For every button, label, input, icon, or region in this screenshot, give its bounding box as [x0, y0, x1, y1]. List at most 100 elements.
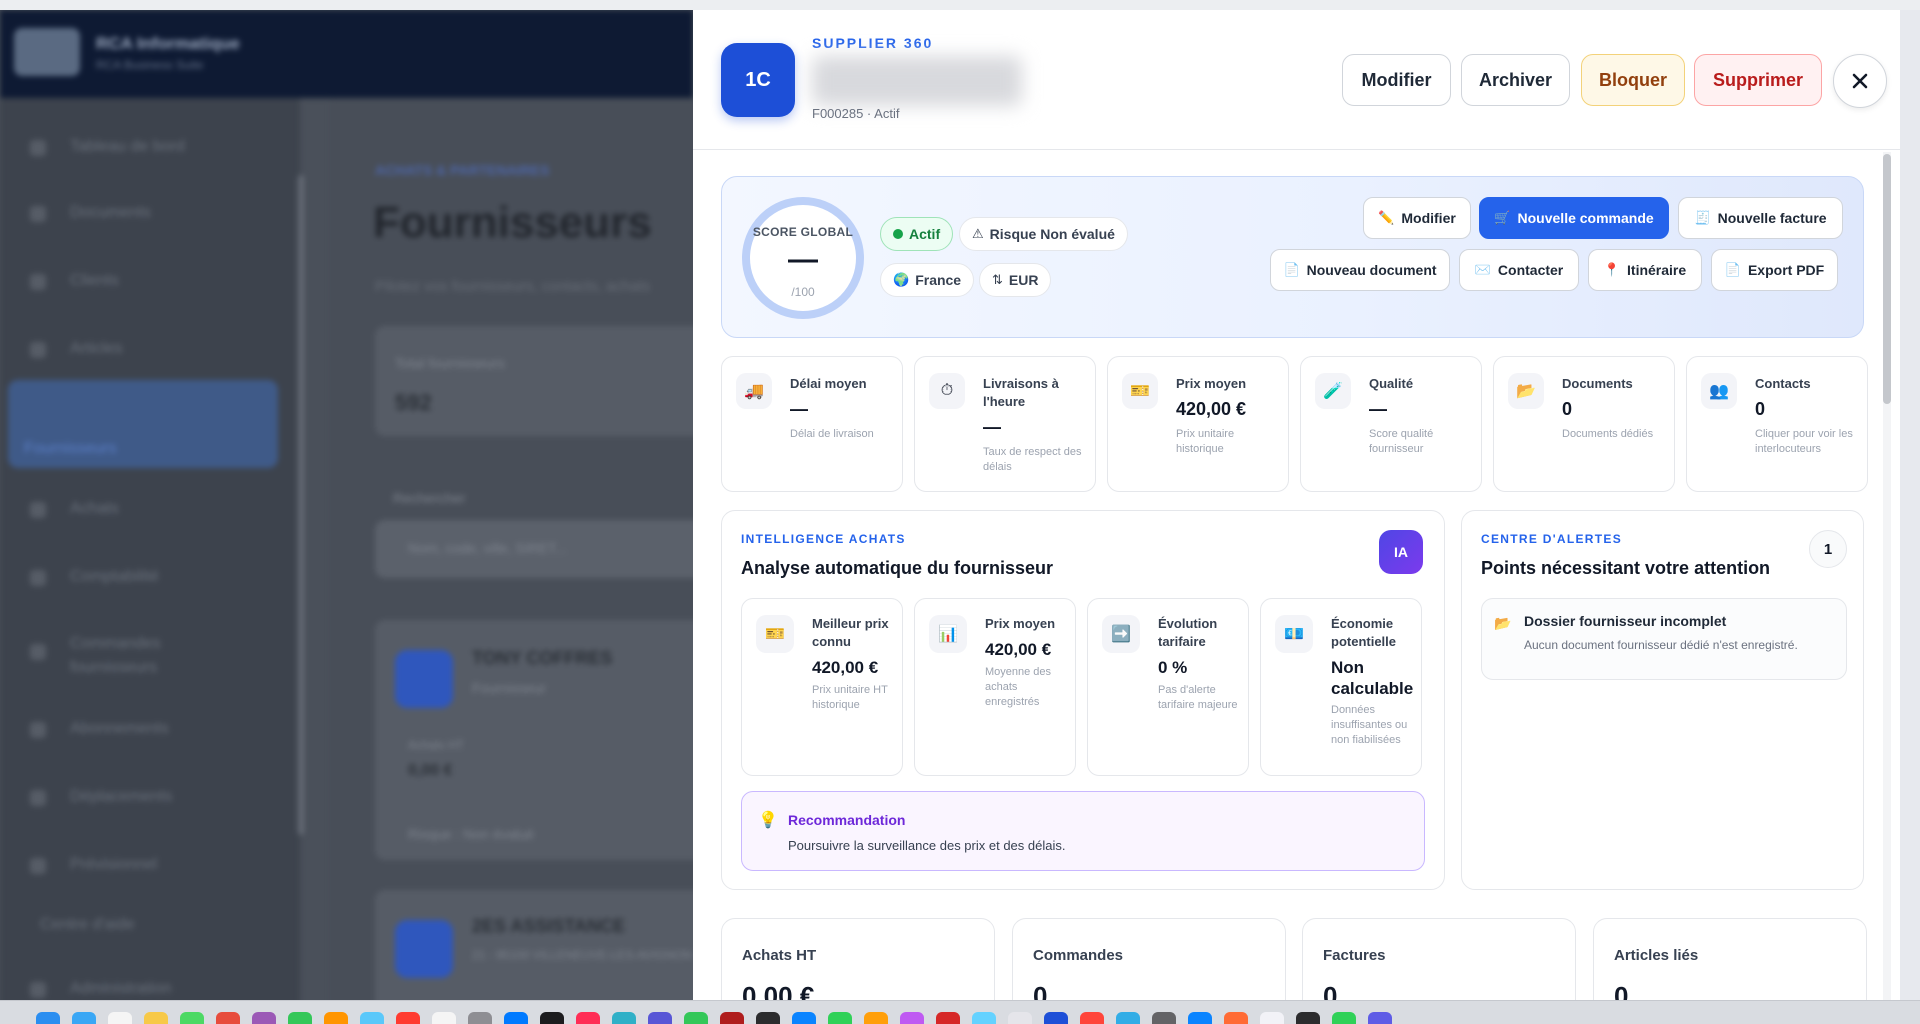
sidebar-item[interactable]: Abonnements	[70, 720, 169, 738]
dock-app-icon[interactable]	[72, 1012, 96, 1024]
sidebar-item[interactable]: Centre d'aide	[40, 916, 135, 934]
sidebar-item[interactable]: Administration	[70, 980, 171, 998]
new-order-button[interactable]: 🛒 Nouvelle commande	[1479, 197, 1669, 239]
new-document-button[interactable]: 📄 Nouveau document	[1270, 249, 1450, 291]
dock-app-icon[interactable]	[180, 1012, 204, 1024]
dock-app-icon[interactable]	[108, 1012, 132, 1024]
dock-app-icon[interactable]	[216, 1012, 240, 1024]
edit-button[interactable]: Modifier	[1342, 54, 1451, 106]
sidebar-item[interactable]: Prévisionnel	[70, 856, 157, 874]
summary-label: Commandes	[1033, 947, 1124, 964]
dock-app-icon[interactable]	[324, 1012, 348, 1024]
insight-value: 420,00 €	[985, 640, 1052, 659]
dock-app-icon[interactable]	[1368, 1012, 1392, 1024]
sidebar-item[interactable]: Fournisseurs	[24, 440, 116, 458]
contact-button[interactable]: ✉️ Contacter	[1459, 249, 1579, 291]
dock-app-icon[interactable]	[1296, 1012, 1320, 1024]
recommendation-box: 💡 Recommandation Poursuivre la surveilla…	[741, 791, 1425, 871]
kpi-desc: Documents dédiés	[1562, 428, 1654, 440]
export-pdf-button[interactable]: 📄 Export PDF	[1711, 249, 1838, 291]
dock-app-icon[interactable]	[612, 1012, 636, 1024]
new-invoice-button[interactable]: 🧾 Nouvelle facture	[1678, 197, 1843, 239]
sidebar-scrollbar[interactable]	[298, 175, 304, 835]
exchange-icon: ⇅	[992, 272, 1003, 287]
dock-app-icon[interactable]	[936, 1012, 960, 1024]
supplier-name-redacted	[812, 56, 1022, 106]
kpi-value: —	[790, 399, 808, 419]
dock-app-icon[interactable]	[756, 1012, 780, 1024]
kpi-card-contacts[interactable]: 👥 Contacts 0 Cliquer pour voir les inter…	[1686, 356, 1868, 492]
folder-icon: 📂	[1494, 615, 1512, 631]
insight-desc: Moyenne des achats enregistrés	[985, 666, 1052, 708]
kpi-value: —	[983, 417, 1001, 437]
sidebar-item[interactable]: Clients	[70, 272, 119, 290]
delete-button[interactable]: Supprimer	[1694, 54, 1822, 106]
dock-app-icon[interactable]	[288, 1012, 312, 1024]
dock-app-icon[interactable]	[792, 1012, 816, 1024]
sidebar-item[interactable]: Déplacements	[70, 788, 172, 806]
dock-app-icon[interactable]	[396, 1012, 420, 1024]
sidebar-icon	[30, 502, 46, 518]
archive-button[interactable]: Archiver	[1461, 54, 1570, 106]
insight-value: 0 %	[1158, 658, 1188, 677]
supplier-360-drawer: 1C SUPPLIER 360 F000285 · Actif Modifier…	[693, 10, 1900, 1000]
supplier-code-status: F000285 · Actif	[812, 106, 900, 121]
dock-app-icon[interactable]	[1224, 1012, 1248, 1024]
insight-title: Économie potentielle	[1331, 616, 1397, 649]
country-badge: 🌍 France	[880, 263, 975, 297]
kpi-value: —	[1369, 399, 1387, 419]
new-invoice-label: Nouvelle facture	[1717, 210, 1827, 226]
dock-app-icon[interactable]	[828, 1012, 852, 1024]
sidebar-item[interactable]: Achats	[70, 500, 119, 518]
supplier-name: TONY COFFRES	[472, 648, 613, 668]
dock-app-icon[interactable]	[1116, 1012, 1140, 1024]
dock-app-icon[interactable]	[1332, 1012, 1356, 1024]
close-button[interactable]	[1833, 54, 1887, 108]
dock-app-icon[interactable]	[1080, 1012, 1104, 1024]
dock-app-icon[interactable]	[540, 1012, 564, 1024]
dock-app-icon[interactable]	[972, 1012, 996, 1024]
dock-app-icon[interactable]	[1044, 1012, 1068, 1024]
supplier-sub: 21 - 95100 VILLENEUVE-LES-AVIGNON	[472, 948, 692, 962]
drawer-scrollbar-thumb[interactable]	[1883, 154, 1891, 404]
sidebar-item[interactable]: Comptabilité	[70, 568, 159, 586]
dock-app-icon[interactable]	[576, 1012, 600, 1024]
sidebar-item[interactable]: Tableau de bord	[70, 138, 185, 156]
dock-app-icon[interactable]	[900, 1012, 924, 1024]
dock-app-icon[interactable]	[648, 1012, 672, 1024]
money-icon: 💶	[1275, 615, 1313, 653]
dock-app-icon[interactable]	[720, 1012, 744, 1024]
dock-app-icon[interactable]	[1152, 1012, 1176, 1024]
dock-app-icon[interactable]	[252, 1012, 276, 1024]
currency-label: EUR	[1008, 272, 1039, 288]
sidebar-item[interactable]: Documents	[70, 204, 151, 222]
route-button[interactable]: 📍 Itinéraire	[1588, 249, 1702, 291]
dock-app-icon[interactable]	[1008, 1012, 1032, 1024]
summary-value: 0	[1323, 981, 1338, 1000]
block-button[interactable]: Bloquer	[1581, 54, 1685, 106]
sidebar-item[interactable]: Articles	[70, 340, 122, 358]
country-label: France	[915, 272, 962, 288]
contact-label: Contacter	[1497, 262, 1564, 278]
dock-app-icon[interactable]	[36, 1012, 60, 1024]
alert-item[interactable]: 📂 Dossier fournisseur incomplet Aucun do…	[1481, 598, 1847, 680]
dock-app-icon[interactable]	[504, 1012, 528, 1024]
dock-app-icon[interactable]	[864, 1012, 888, 1024]
dock-app-icon[interactable]	[1188, 1012, 1212, 1024]
supplier-avatar: 1C	[721, 43, 795, 117]
hero-edit-button[interactable]: ✏️ Modifier	[1363, 197, 1471, 239]
dock-app-icon[interactable]	[432, 1012, 456, 1024]
dock-app-icon[interactable]	[1260, 1012, 1284, 1024]
dock-app-icon[interactable]	[684, 1012, 708, 1024]
insight-value: 420,00 €	[812, 658, 879, 677]
status-label: Actif	[909, 226, 941, 242]
insight-desc: Données insuffisantes ou non fiabilisées	[1331, 704, 1408, 746]
dock-app-icon[interactable]	[360, 1012, 384, 1024]
dock-app-icon[interactable]	[144, 1012, 168, 1024]
score-value: —	[788, 243, 818, 276]
dock-app-icon[interactable]	[468, 1012, 492, 1024]
globe-icon: 🌍	[893, 272, 910, 287]
kpi-title: Contacts	[1755, 376, 1811, 391]
supplier-hero: SCORE GLOBAL — /100 Actif ⚠ Risque Non é…	[721, 176, 1864, 338]
sidebar-item[interactable]: Commandes fournisseurs	[70, 632, 220, 680]
